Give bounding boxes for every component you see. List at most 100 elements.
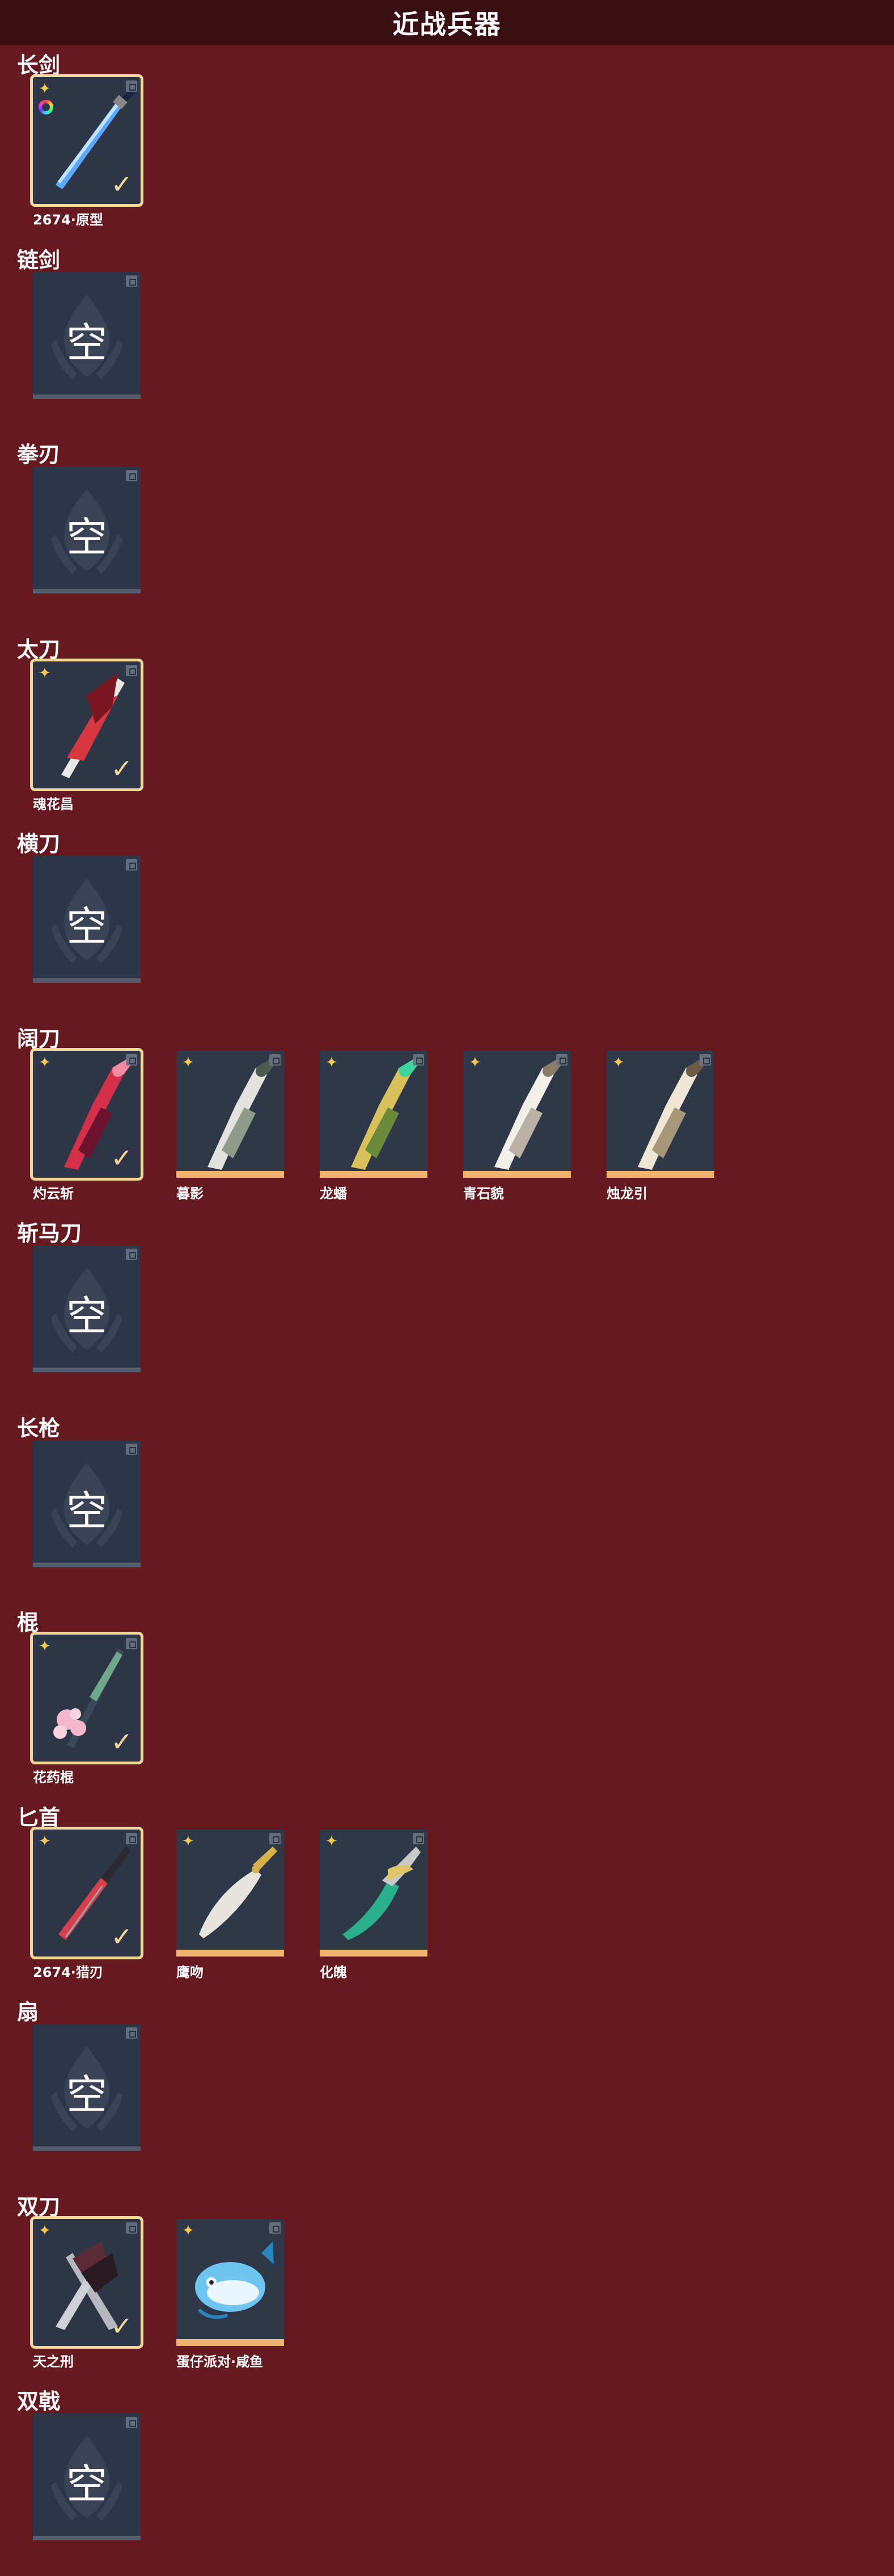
card-bottom-bar [33,394,141,399]
weapon-name: 蛋仔派对·咸鱼 [176,2353,264,2370]
category-title: 长枪 [17,1415,61,1441]
category-title: 双戟 [17,2389,61,2414]
card-bottom-bar [33,1368,141,1372]
star-icon: ✦ [39,664,51,682]
weapon-name: 烛龙引 [607,1185,647,1202]
category-title: 阔刀 [17,1026,61,1051]
empty-label: 空 [66,903,107,950]
star-icon: ✦ [39,2222,51,2239]
weapon-card[interactable]: ✦ ✓ [33,1829,141,1957]
weapon-card[interactable]: ✦ ✓ [33,1050,141,1178]
star-icon: ✦ [612,1054,625,1071]
corner-badge-icon [126,2027,137,2039]
empty-slot[interactable]: 空 [33,1440,141,1567]
weapon-card[interactable]: ✦ [176,2218,284,2346]
empty-label: 空 [66,1292,107,1340]
card-bottom-bar [176,2339,284,2346]
weapon-card[interactable]: ✦ [320,1829,427,1957]
weapon-name: 青石貌 [463,1185,504,1202]
card-bottom-bar [176,1170,284,1178]
card-bottom-bar [320,1949,427,1957]
category-title: 扇 [17,2000,39,2025]
corner-badge-icon [126,859,137,871]
empty-slot[interactable]: 空 [33,856,141,983]
weapon-card[interactable]: ✦ ✓ [33,77,141,204]
weapon-name: 魂花昌 [33,796,74,812]
corner-badge-icon [413,1832,424,1844]
empty-label: 空 [66,2460,107,2508]
empty-label: 空 [66,2071,107,2119]
corner-badge-icon [126,2417,137,2428]
corner-badge-icon [126,1054,137,1066]
category-title: 横刀 [17,831,61,856]
color-ring-icon [39,100,53,114]
card-bottom-bar [607,1170,714,1178]
star-icon: ✦ [469,1054,481,1071]
weapon-name: 暮影 [176,1185,204,1202]
empty-slot[interactable]: 空 [33,466,141,593]
star-icon: ✦ [182,1832,194,1850]
weapon-card[interactable]: ✦ [607,1050,714,1178]
corner-badge-icon [700,1054,711,1066]
corner-badge-icon [126,664,137,676]
empty-label: 空 [66,513,107,561]
star-icon: ✦ [325,1832,338,1850]
card-bottom-bar [33,2536,141,2540]
empty-slot[interactable]: 空 [33,271,141,399]
category-title: 拳刃 [17,442,61,467]
corner-badge-icon [269,1832,281,1844]
star-icon: ✦ [39,1832,51,1850]
empty-slot[interactable]: 空 [33,2024,141,2151]
weapon-card[interactable]: ✦ [320,1050,427,1178]
star-icon: ✦ [39,80,51,97]
corner-badge-icon [126,1443,137,1455]
corner-badge-icon [126,275,137,287]
weapon-card[interactable]: ✦ ✓ [33,661,141,788]
weapon-card[interactable]: ✦ ✓ [33,2218,141,2346]
category-title: 斩马刀 [17,1221,82,1246]
category-title: 棍 [17,1610,39,1635]
category-title: 匕首 [17,1805,61,1830]
checkmark-icon: ✓ [111,1142,133,1173]
card-bottom-bar [320,1170,427,1178]
corner-badge-icon [126,2222,137,2234]
page-header: 近战兵器 [0,0,894,45]
category-title: 长剑 [17,53,61,78]
checkmark-icon: ✓ [111,1921,133,1952]
page-title: 近战兵器 [392,9,502,40]
star-icon: ✦ [182,2222,194,2239]
checkmark-icon: ✓ [111,2310,133,2341]
weapon-name: 化魄 [320,1964,347,1980]
card-bottom-bar [33,2146,141,2151]
corner-badge-icon [126,1249,137,1260]
weapon-name: 灼云斩 [33,1185,74,1202]
checkmark-icon: ✓ [111,753,133,784]
empty-slot[interactable]: 空 [33,1245,141,1372]
weapon-card[interactable]: ✦ [176,1050,284,1178]
empty-slot[interactable]: 空 [33,2413,141,2540]
corner-badge-icon [413,1054,424,1066]
checkmark-icon: ✓ [111,1726,133,1757]
weapon-card[interactable]: ✦ [176,1829,284,1957]
corner-badge-icon [556,1054,567,1066]
card-bottom-bar [176,1949,284,1957]
corner-badge-icon [126,1638,137,1649]
star-icon: ✦ [39,1054,51,1071]
weapon-card[interactable]: ✦ [463,1050,571,1178]
corner-badge-icon [126,470,137,481]
empty-label: 空 [66,319,107,367]
corner-badge-icon [269,1054,281,1066]
weapon-name: 花药棍 [33,1769,74,1785]
weapon-name: 鹰吻 [176,1964,204,1980]
category-title: 双刀 [17,2194,61,2219]
corner-badge-icon [126,1832,137,1844]
card-bottom-bar [463,1170,571,1178]
weapon-name: 天之刑 [33,2353,74,2370]
card-bottom-bar [33,978,141,983]
corner-badge-icon [269,2222,281,2234]
corner-badge-icon [126,80,137,92]
star-icon: ✦ [182,1054,194,1071]
card-bottom-bar [33,1562,141,1567]
weapon-card[interactable]: ✦ ✓ [33,1635,141,1762]
weapon-name: 龙蟠 [320,1185,347,1202]
